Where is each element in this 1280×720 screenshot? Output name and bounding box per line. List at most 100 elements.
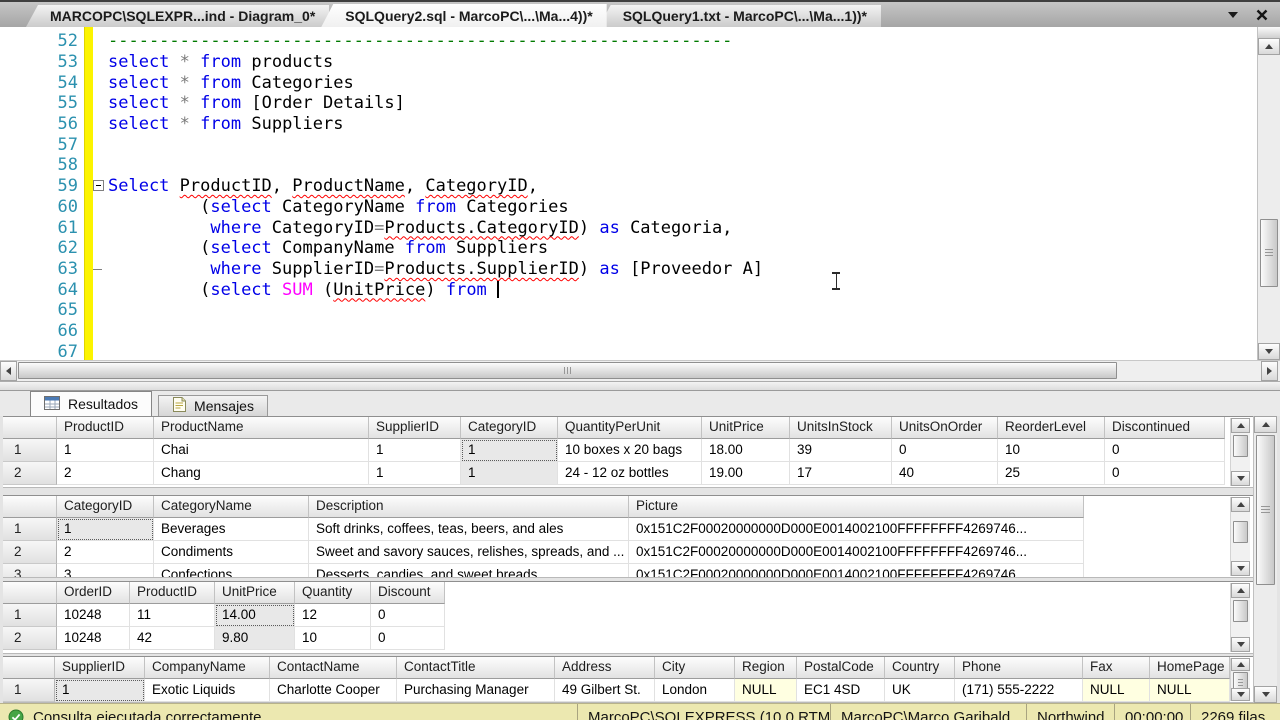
grid-cell[interactable]: 0x151C2F00020000000D000E0014002100FFFFFF…	[629, 518, 1084, 541]
scroll-up-button[interactable]	[1258, 38, 1280, 55]
column-header-categoryid[interactable]: CategoryID	[461, 417, 558, 439]
grid-cell[interactable]: Purchasing Manager	[397, 679, 555, 702]
grid-cell[interactable]: (171) 555-2222	[955, 679, 1083, 702]
code-text[interactable]: select * from Suppliers	[108, 114, 1257, 134]
grid-cell[interactable]: 1	[57, 518, 154, 541]
select-all-corner[interactable]	[3, 496, 57, 518]
column-header-unitsonorder[interactable]: UnitsOnOrder	[892, 417, 998, 439]
grid-cell[interactable]: 19.00	[702, 462, 790, 485]
grid-cell[interactable]: 25	[998, 462, 1105, 485]
grid-cell[interactable]: 10	[295, 627, 371, 650]
grid-cell[interactable]: 0	[1105, 462, 1225, 485]
column-header-fax[interactable]: Fax	[1083, 657, 1150, 679]
grid-vscroll-thumb[interactable]	[1233, 435, 1248, 457]
scroll-up-button[interactable]	[1254, 416, 1277, 433]
column-header-picture[interactable]: Picture	[629, 496, 1084, 518]
grid-vscroll-thumb[interactable]	[1233, 521, 1248, 543]
grid-cell[interactable]: Sweet and savory sauces, relishes, sprea…	[309, 541, 629, 564]
column-header-country[interactable]: Country	[885, 657, 955, 679]
grid-cell[interactable]: 39	[790, 439, 892, 462]
code-text[interactable]: select * from products	[108, 52, 1257, 72]
select-all-corner[interactable]	[3, 657, 55, 679]
column-header-phone[interactable]: Phone	[955, 657, 1083, 679]
scroll-up-button[interactable]	[1231, 418, 1250, 433]
editor-results-splitter[interactable]	[0, 381, 1280, 391]
grid-vscroll-thumb[interactable]	[1233, 600, 1248, 622]
grid-vertical-scrollbar[interactable]	[1230, 418, 1250, 486]
scroll-down-button[interactable]	[1231, 637, 1250, 652]
scroll-right-button[interactable]	[1261, 361, 1278, 381]
grid-cell[interactable]: 17	[790, 462, 892, 485]
grid-cell[interactable]: 0	[892, 439, 998, 462]
grid-cell[interactable]: Chang	[154, 462, 369, 485]
code-text[interactable]: ----------------------------------------…	[108, 31, 1257, 51]
grid-cell[interactable]: 40	[892, 462, 998, 485]
column-header-productid[interactable]: ProductID	[130, 582, 215, 604]
column-header-postalcode[interactable]: PostalCode	[797, 657, 885, 679]
grid-cell[interactable]: 1	[55, 679, 145, 702]
code-text[interactable]: where CategoryID=Products.CategoryID) as…	[108, 218, 1257, 238]
scroll-up-button[interactable]	[1231, 583, 1250, 598]
grid-cell[interactable]: 0x151C2F00020000000D000E0014002100FFFFFF…	[629, 541, 1084, 564]
grid-cell[interactable]: Beverages	[154, 518, 309, 541]
grid-cell[interactable]: 10	[998, 439, 1105, 462]
grid-cell[interactable]: 1	[57, 439, 154, 462]
grid-cell[interactable]: Confections	[154, 564, 309, 577]
code-text[interactable]: select * from Categories	[108, 73, 1257, 93]
collapse-region-icon[interactable]	[93, 179, 104, 191]
column-header-categoryname[interactable]: CategoryName	[154, 496, 309, 518]
grid-cell[interactable]: Soft drinks, coffees, teas, beers, and a…	[309, 518, 629, 541]
row-header[interactable]: 2	[3, 627, 57, 650]
grid-cell[interactable]: 10248	[57, 604, 130, 627]
column-header-homepage[interactable]: HomePage	[1150, 657, 1230, 679]
scroll-down-button[interactable]	[1231, 561, 1250, 576]
column-header-reorderlevel[interactable]: ReorderLevel	[998, 417, 1105, 439]
row-header[interactable]: 2	[3, 541, 57, 564]
column-header-quantity[interactable]: Quantity	[295, 582, 371, 604]
grid-cell[interactable]: 3	[57, 564, 154, 577]
code-text[interactable]: select * from [Order Details]	[108, 93, 1257, 113]
scroll-up-button[interactable]	[1231, 497, 1250, 512]
code-text[interactable]: (select CategoryName from Categories	[108, 197, 1257, 217]
grid-cell[interactable]: 1	[461, 462, 558, 485]
column-header-orderid[interactable]: OrderID	[57, 582, 130, 604]
results-vertical-scrollbar[interactable]	[1253, 416, 1277, 703]
column-header-productname[interactable]: ProductName	[154, 417, 369, 439]
row-header[interactable]: 1	[3, 679, 55, 702]
grid-cell[interactable]: UK	[885, 679, 955, 702]
column-header-region[interactable]: Region	[735, 657, 797, 679]
grid-cell[interactable]: 49 Gilbert St.	[555, 679, 655, 702]
row-header[interactable]: 1	[3, 439, 57, 462]
column-header-unitsinstock[interactable]: UnitsInStock	[790, 417, 892, 439]
grid-vertical-scrollbar[interactable]	[1230, 497, 1250, 576]
column-header-city[interactable]: City	[655, 657, 735, 679]
grid-cell[interactable]: 0x151C2F00020000000D000E0014002100FFFFFF…	[629, 564, 1084, 577]
scroll-down-button[interactable]	[1231, 471, 1250, 486]
grid-cell[interactable]: 0	[371, 604, 445, 627]
grid-cell[interactable]: London	[655, 679, 735, 702]
grid-cell[interactable]: NULL	[1150, 679, 1230, 702]
grid-cell[interactable]: 0	[1105, 439, 1225, 462]
scroll-left-button[interactable]	[0, 361, 17, 381]
grid-cell[interactable]: 0	[371, 627, 445, 650]
column-header-supplierid[interactable]: SupplierID	[369, 417, 461, 439]
results-tab-resultados[interactable]: Resultados	[30, 391, 153, 416]
row-header[interactable]: 1	[3, 518, 57, 541]
row-header[interactable]: 1	[3, 604, 57, 627]
sql-code-editor[interactable]: 52 --------------------------------------…	[0, 27, 1257, 360]
grid-cell[interactable]: 1	[369, 462, 461, 485]
grid-cell[interactable]: 2	[57, 462, 154, 485]
column-header-productid[interactable]: ProductID	[57, 417, 154, 439]
grid-cell[interactable]: 24 - 12 oz bottles	[558, 462, 702, 485]
grid-cell[interactable]: 18.00	[702, 439, 790, 462]
results-vscroll-thumb[interactable]	[1256, 435, 1275, 585]
code-text[interactable]: where SupplierID=Products.SupplierID) as…	[108, 259, 1257, 279]
code-text[interactable]: Select ProductID, ProductName, CategoryI…	[108, 176, 1257, 196]
grid-cell[interactable]: 12	[295, 604, 371, 627]
grid-vertical-scrollbar[interactable]	[1230, 658, 1250, 701]
grid-cell[interactable]: 2	[57, 541, 154, 564]
select-all-corner[interactable]	[3, 417, 57, 439]
active-files-dropdown-icon[interactable]	[1228, 12, 1238, 18]
grid-cell[interactable]: Chai	[154, 439, 369, 462]
grid-cell[interactable]: 11	[130, 604, 215, 627]
